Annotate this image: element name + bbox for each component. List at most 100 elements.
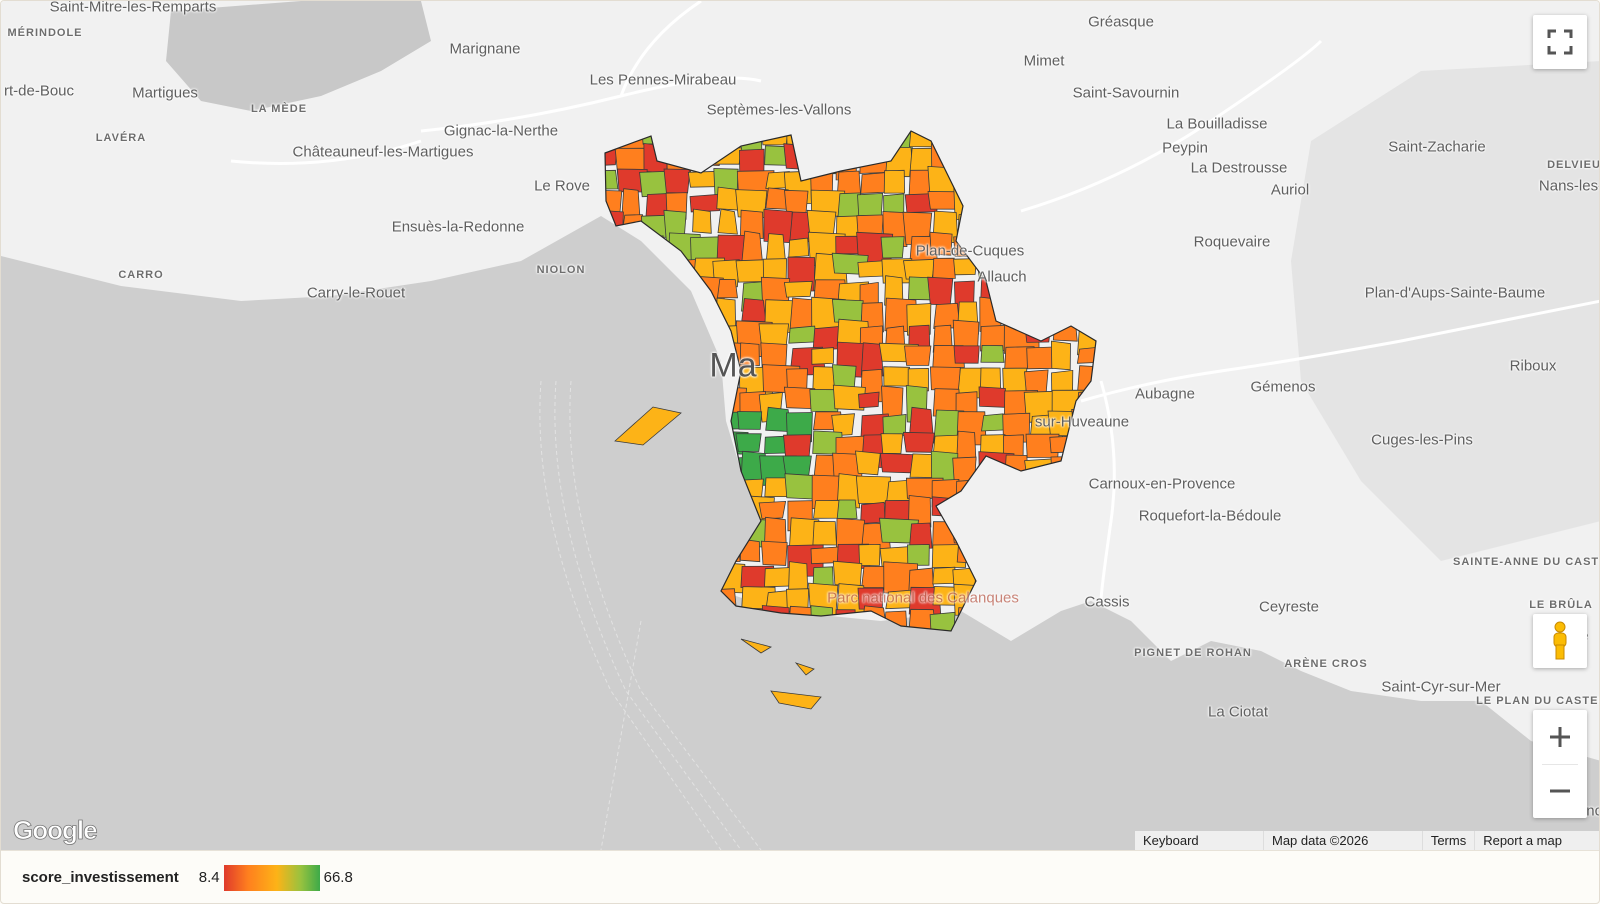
commune-area[interactable]: [979, 121, 1005, 149]
commune-area[interactable]: [953, 258, 978, 276]
commune-area[interactable]: [1026, 231, 1057, 265]
commune-area[interactable]: [1052, 319, 1078, 342]
commune-area[interactable]: [1053, 126, 1090, 154]
commune-area[interactable]: [979, 542, 1008, 576]
google-logo[interactable]: Google: [13, 815, 98, 846]
commune-area[interactable]: [956, 430, 977, 461]
commune-area[interactable]: [758, 500, 787, 520]
commune-area[interactable]: [1098, 348, 1125, 380]
commune-area[interactable]: [596, 126, 617, 148]
commune-area[interactable]: [1053, 258, 1086, 292]
commune-area[interactable]: [1077, 365, 1104, 394]
commune-area[interactable]: [688, 122, 728, 160]
commune-area[interactable]: [1071, 274, 1097, 311]
commune-area[interactable]: [1029, 562, 1067, 590]
commune-area[interactable]: [1097, 127, 1131, 155]
commune-area[interactable]: [1051, 561, 1088, 587]
commune-area[interactable]: [1053, 476, 1089, 513]
commune-area[interactable]: [836, 499, 858, 519]
street-view-pegman-button[interactable]: [1533, 614, 1587, 668]
commune-area[interactable]: [1071, 540, 1098, 561]
commune-area[interactable]: [1002, 127, 1036, 148]
commune-area[interactable]: [957, 128, 993, 158]
commune-area[interactable]: [885, 124, 914, 152]
commune-area[interactable]: [1099, 255, 1125, 283]
commune-area[interactable]: [880, 236, 905, 259]
commune-area[interactable]: [1099, 150, 1121, 172]
commune-area[interactable]: [957, 169, 993, 195]
commune-area[interactable]: [909, 406, 934, 437]
commune-area[interactable]: [643, 143, 668, 174]
commune-area[interactable]: [883, 169, 906, 194]
commune-area[interactable]: [1051, 142, 1078, 168]
commune-area[interactable]: [1071, 298, 1099, 320]
commune-area[interactable]: [979, 499, 1013, 528]
commune-area[interactable]: [999, 544, 1026, 567]
commune-area[interactable]: [1101, 234, 1136, 264]
commune-area[interactable]: [788, 325, 817, 344]
commune-area[interactable]: [760, 126, 789, 146]
commune-area[interactable]: [1028, 299, 1049, 325]
commune-area[interactable]: [1004, 301, 1025, 324]
commune-area[interactable]: [788, 561, 809, 592]
commune-area[interactable]: [981, 413, 1006, 432]
commune-area[interactable]: [858, 391, 880, 409]
commune-area[interactable]: [855, 122, 886, 155]
commune-area[interactable]: [1027, 165, 1056, 190]
commune-area[interactable]: [1100, 191, 1130, 210]
commune-area[interactable]: [641, 127, 675, 145]
commune-area[interactable]: [1000, 497, 1030, 533]
commune-area[interactable]: [879, 452, 914, 474]
commune-area[interactable]: [1005, 148, 1029, 178]
commune-area[interactable]: [953, 186, 983, 222]
commune-area[interactable]: [741, 298, 767, 323]
commune-area[interactable]: [811, 347, 834, 365]
commune-area[interactable]: [1101, 302, 1129, 322]
fullscreen-button[interactable]: [1533, 15, 1587, 69]
commune-area[interactable]: [692, 208, 712, 234]
commune-area[interactable]: [1052, 501, 1087, 522]
keyboard-shortcuts-link[interactable]: Keyboard shortcuts: [1135, 831, 1263, 850]
commune-area[interactable]: [788, 237, 810, 258]
map-canvas[interactable]: Saint-Mitre-les-Remparts MÉRINDOLE Marigna…: [1, 1, 1599, 850]
commune-area[interactable]: [979, 522, 1003, 546]
commune-area[interactable]: [980, 344, 1005, 363]
commune-area[interactable]: [1002, 168, 1041, 202]
commune-area[interactable]: [1026, 210, 1053, 235]
commune-area[interactable]: [978, 386, 1006, 408]
commune-area[interactable]: [1027, 497, 1055, 526]
report-map-error-link[interactable]: Report a map error: [1474, 831, 1599, 850]
commune-area[interactable]: [783, 143, 810, 170]
commune-area[interactable]: [955, 479, 983, 500]
commune-area[interactable]: [927, 276, 954, 306]
commune-area[interactable]: [1029, 253, 1062, 287]
commune-area[interactable]: [1053, 232, 1077, 262]
commune-area[interactable]: [1024, 588, 1057, 609]
commune-area[interactable]: [1046, 274, 1088, 301]
commune-area[interactable]: [955, 495, 988, 532]
commune-area[interactable]: [974, 191, 1007, 219]
commune-area[interactable]: [664, 127, 690, 154]
commune-area[interactable]: [1077, 433, 1101, 457]
commune-area[interactable]: [1050, 340, 1071, 371]
zoom-out-button[interactable]: [1533, 765, 1587, 818]
commune-area[interactable]: [1026, 346, 1055, 370]
commune-area[interactable]: [598, 169, 619, 190]
commune-area[interactable]: [978, 479, 1013, 507]
commune-area[interactable]: [1051, 521, 1082, 557]
commune-area[interactable]: [951, 519, 984, 544]
commune-area[interactable]: [980, 214, 1013, 242]
commune-area[interactable]: [1002, 367, 1028, 394]
zoom-in-button[interactable]: [1533, 711, 1587, 764]
commune-area[interactable]: [904, 345, 932, 366]
commune-area[interactable]: [855, 450, 881, 476]
commune-area[interactable]: [717, 278, 738, 299]
commune-area[interactable]: [858, 543, 881, 567]
commune-area[interactable]: [903, 258, 936, 280]
commune-area[interactable]: [831, 298, 864, 324]
commune-area[interactable]: [832, 560, 863, 587]
commune-area[interactable]: [1027, 541, 1063, 568]
commune-area[interactable]: [663, 168, 691, 194]
commune-area[interactable]: [907, 544, 930, 566]
commune-area[interactable]: [714, 128, 738, 152]
